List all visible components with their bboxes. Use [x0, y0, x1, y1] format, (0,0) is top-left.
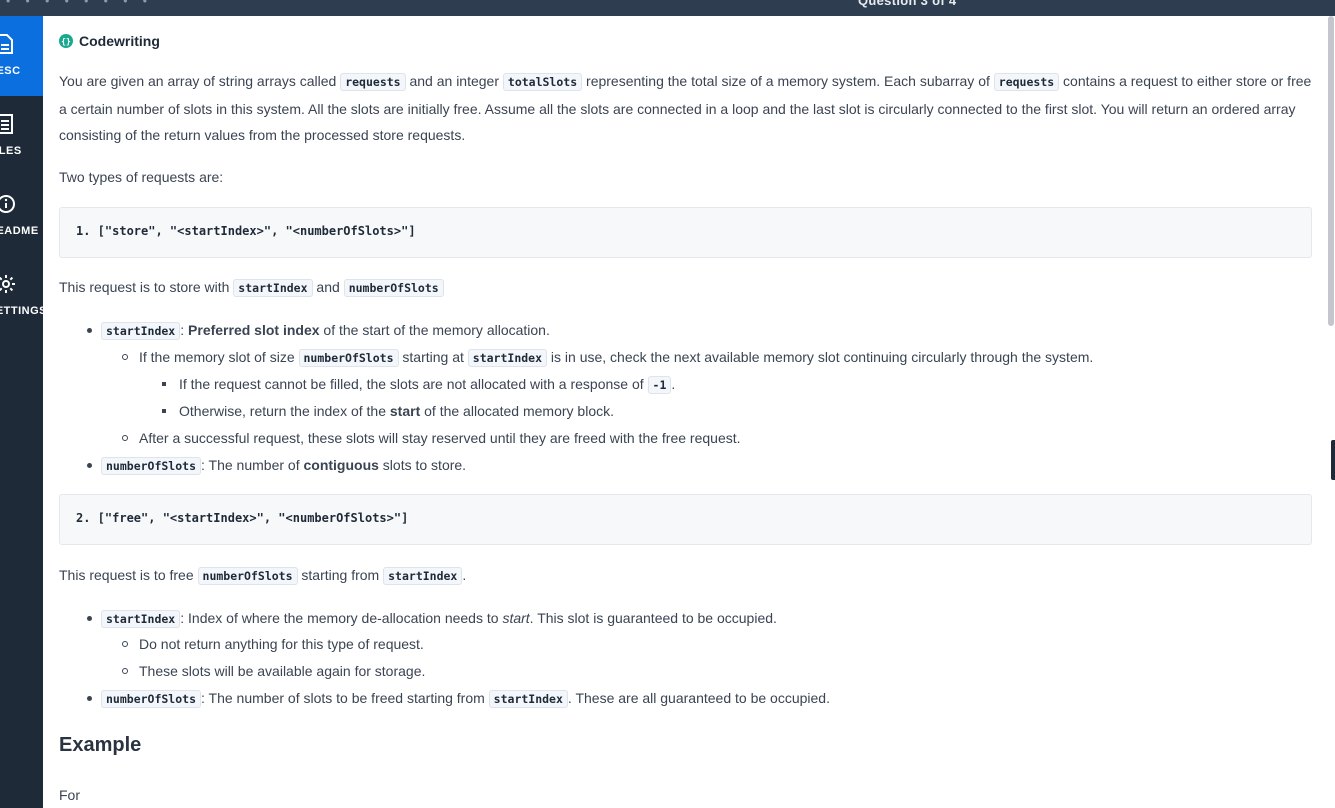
sidebar: DESC FILES README SETTINGS — [0, 16, 47, 808]
list-bullet — [87, 328, 92, 333]
code-block-free: 2. ["free", "<startIndex>", "<numberOfSl… — [59, 494, 1312, 545]
inline-code: startIndex — [233, 279, 313, 297]
list-bullet — [122, 354, 128, 360]
inline-code: numberOfSlots — [101, 690, 202, 708]
sidebar-item-files[interactable]: FILES — [0, 96, 43, 176]
inline-code: startIndex — [488, 690, 568, 708]
list-item: After a successful request, these slots … — [139, 430, 741, 446]
list-bullet — [122, 668, 128, 674]
top-bar-nav-dots[interactable]: • • • • • • • • — [6, 0, 153, 8]
list-bullet — [87, 463, 92, 468]
sidebar-item-desc[interactable]: DESC — [0, 16, 43, 96]
inline-code: numberOfSlots — [101, 457, 202, 475]
inline-code: requests — [340, 73, 406, 91]
inline-code: numberOfSlots — [197, 567, 298, 585]
code-text: 2. ["free", "<startIndex>", "<numberOfSl… — [76, 511, 409, 525]
list-bullet — [87, 696, 92, 701]
document-icon — [0, 34, 13, 54]
list-item: These slots will be available again for … — [139, 663, 426, 679]
sidebar-item-settings[interactable]: SETTINGS — [0, 256, 47, 336]
list-item: startIndex: Preferred slot index of the … — [101, 320, 550, 341]
scrollbar[interactable] — [1327, 16, 1335, 808]
code-icon: {} — [59, 34, 73, 48]
inline-code: startIndex — [383, 567, 463, 585]
top-bar: • • • • • • • • Question 3 of 4 — [0, 0, 1335, 16]
scrollbar-thumb[interactable] — [1328, 16, 1334, 326]
list-item: If the request cannot be filled, the slo… — [179, 376, 676, 394]
inline-code: totalSlots — [502, 73, 583, 91]
list-bullet — [122, 435, 128, 441]
code-text: 1. ["store", "<startIndex>", "<numberOfS… — [76, 224, 416, 238]
inline-code: numberOfSlots — [343, 279, 444, 297]
inline-code: startIndex — [101, 610, 181, 628]
sidebar-item-label: SETTINGS — [0, 305, 48, 317]
files-icon — [0, 114, 13, 134]
inline-code: requests — [993, 73, 1060, 91]
inline-code: startIndex — [467, 349, 548, 367]
inline-code: numberOfSlots — [298, 349, 399, 367]
list-bullet — [162, 409, 166, 413]
list-item: Do not return anything for this type of … — [139, 636, 424, 652]
code-block-store: 1. ["store", "<startIndex>", "<numberOfS… — [59, 207, 1312, 258]
inline-code: -1 — [647, 376, 672, 394]
gear-icon — [0, 275, 15, 293]
list-item: numberOfSlots: The number of contiguous … — [101, 455, 466, 476]
list-bullet — [162, 382, 166, 386]
types-heading: Two types of requests are: — [59, 169, 224, 185]
store-intro: This request is to store with startIndex… — [59, 274, 1312, 302]
sidebar-item-label: README — [0, 225, 39, 237]
section-title: Codewriting — [79, 33, 160, 49]
list-item: numberOfSlots: The number of slots to be… — [101, 688, 830, 709]
example-heading: Example — [59, 734, 142, 756]
question-counter: Question 3 of 4 — [858, 0, 957, 8]
free-intro: This request is to free numberOfSlots st… — [59, 567, 467, 585]
info-icon — [0, 195, 15, 213]
list-item: Otherwise, return the index of the start… — [179, 403, 615, 419]
intro-paragraph: You are given an array of string arrays … — [59, 73, 1312, 143]
inline-code: startIndex — [101, 322, 181, 340]
sidebar-item-label: DESC — [0, 65, 21, 77]
list-item: If the memory slot of size numberOfSlots… — [139, 349, 1094, 367]
list-bullet — [87, 616, 92, 621]
sidebar-item-label: FILES — [0, 145, 22, 157]
list-bullet — [122, 641, 128, 647]
panel-resize-handle[interactable] — [1331, 440, 1335, 480]
section-header: {} Codewriting — [59, 33, 160, 49]
sidebar-item-readme[interactable]: README — [0, 176, 43, 256]
example-for-text: For — [59, 787, 80, 803]
list-item: startIndex: Index of where the memory de… — [101, 608, 777, 629]
